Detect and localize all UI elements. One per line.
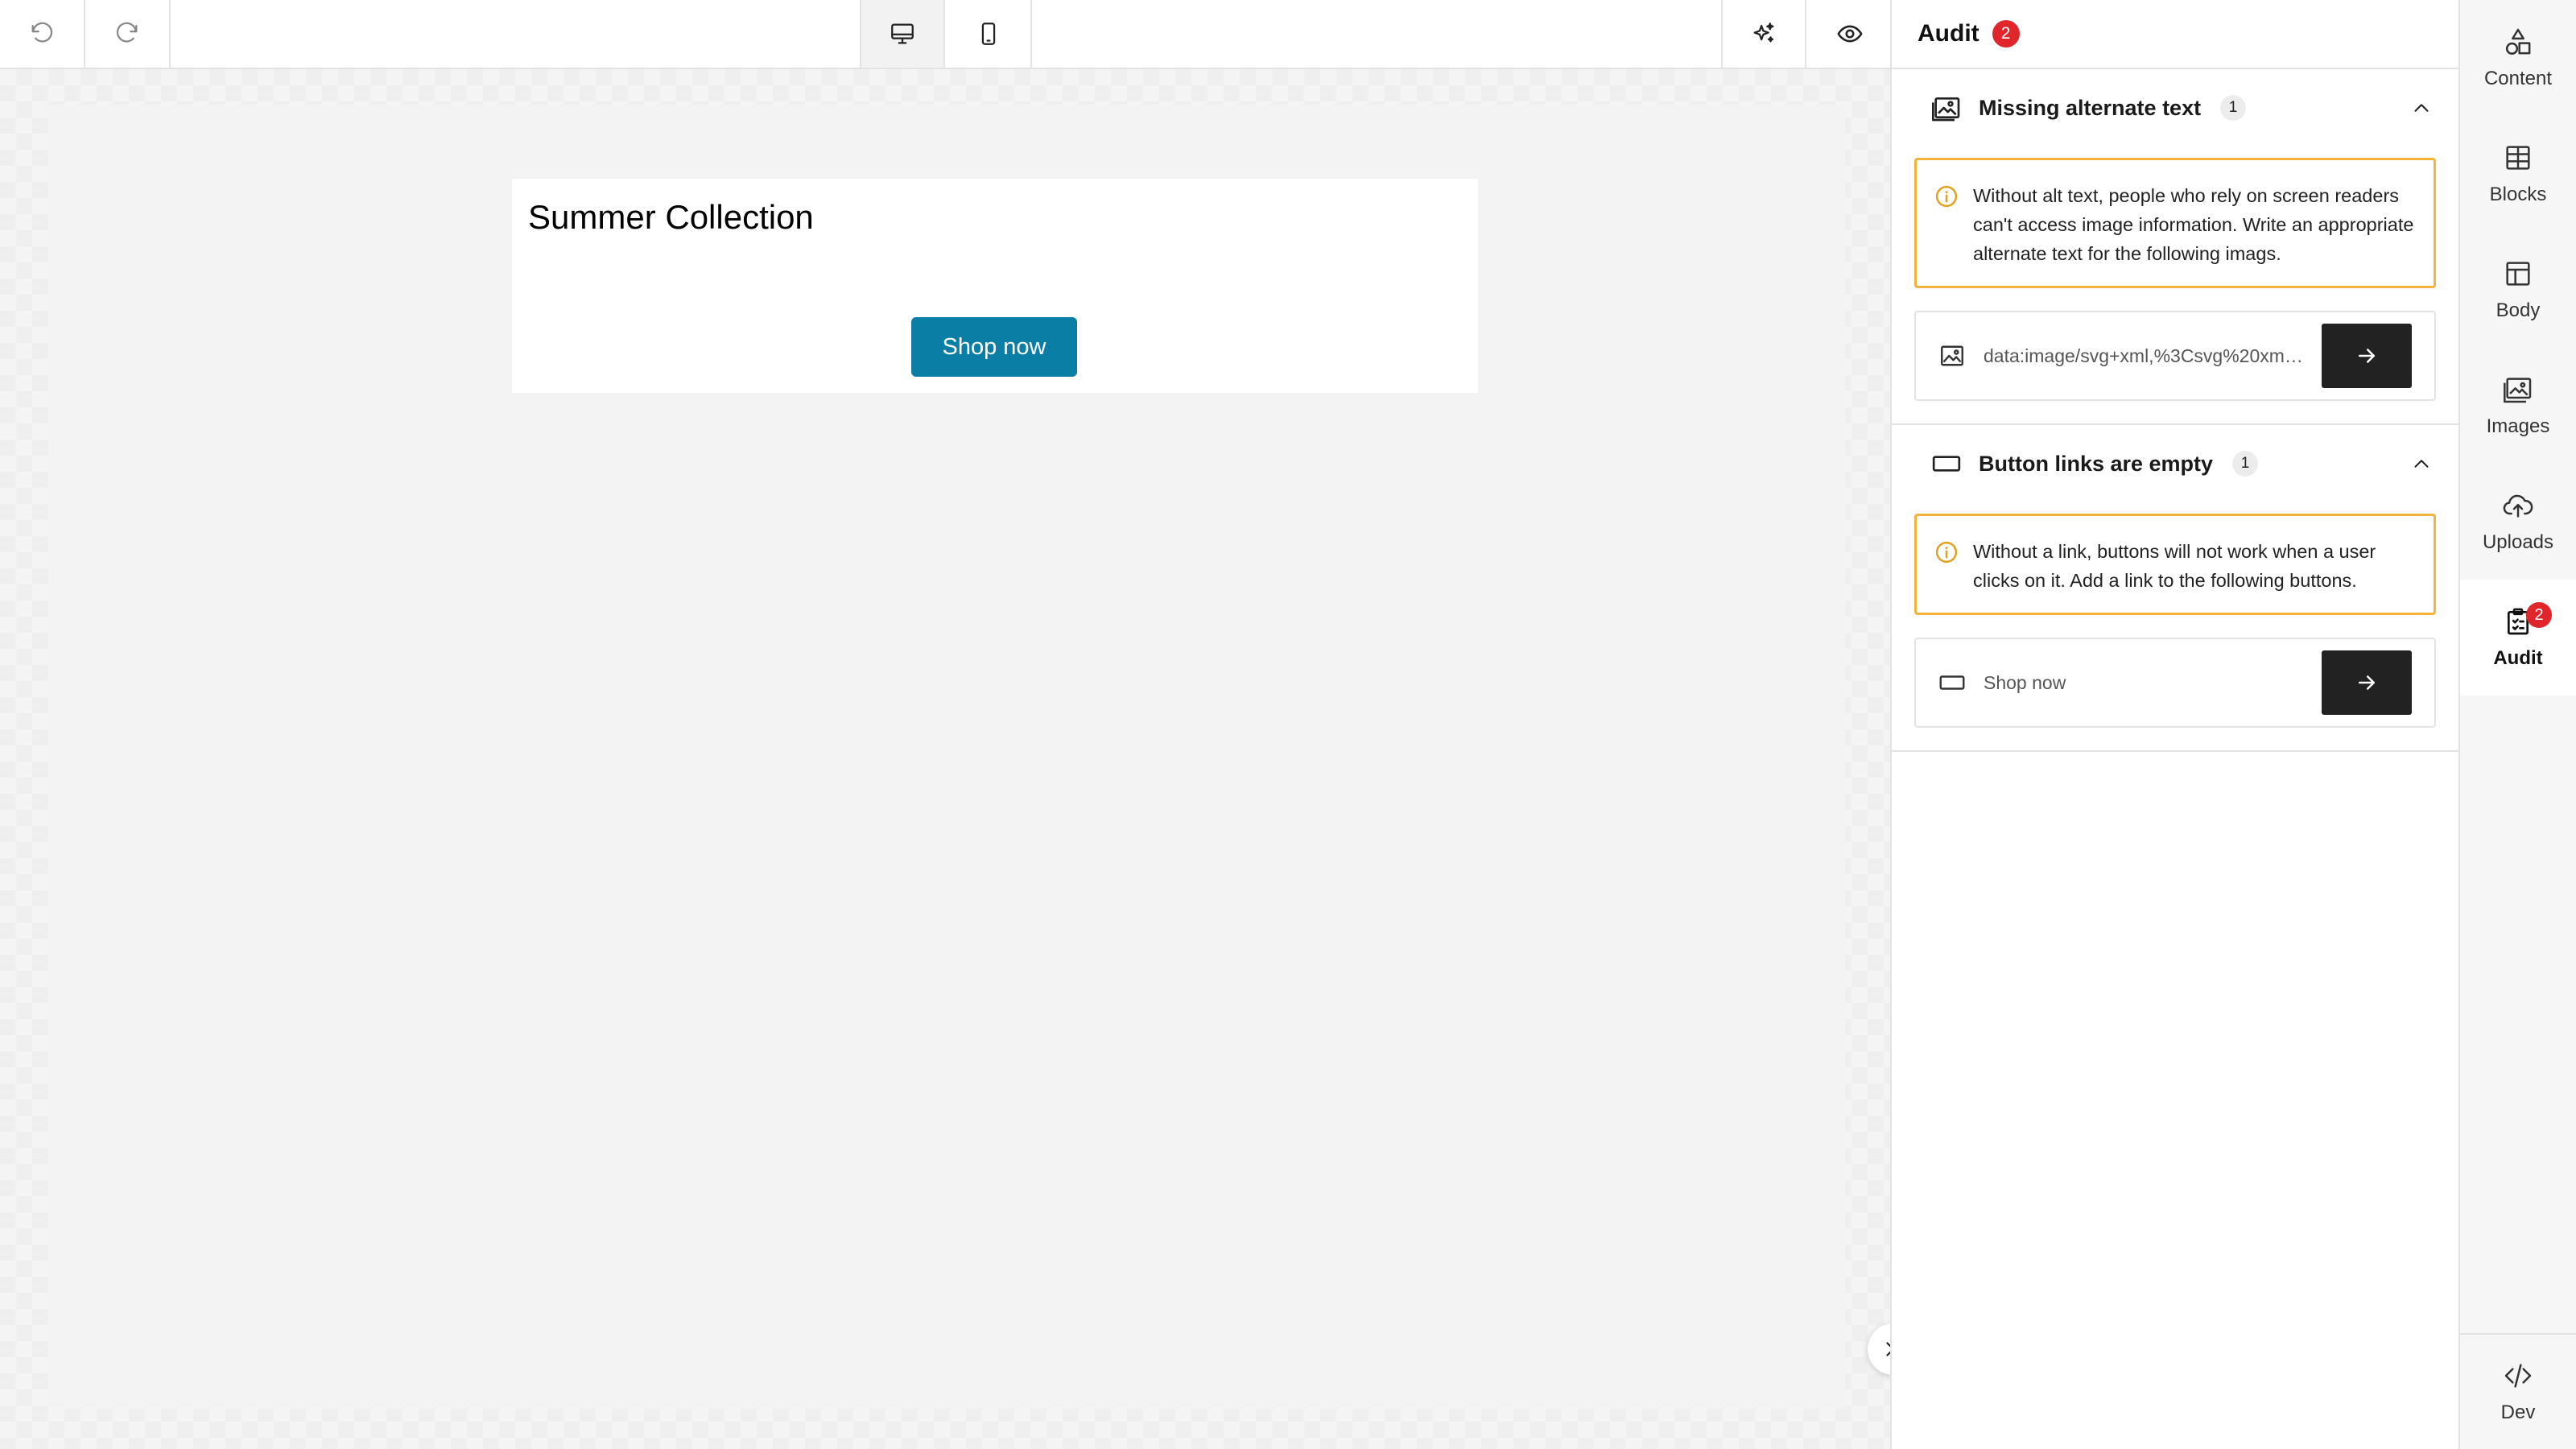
warning-text: Without alt text, people who rely on scr…: [1973, 185, 2414, 264]
audit-panel: Audit 2 Missing alternate text 1 Without…: [1890, 0, 2458, 1449]
top-toolbar: [0, 0, 1893, 69]
warning-message: Without alt text, people who rely on scr…: [1914, 158, 2436, 288]
rail-item-dev[interactable]: Dev: [2460, 1333, 2576, 1449]
sparkle-icon: [1753, 23, 1774, 43]
chevron-up-icon[interactable]: [2407, 93, 2436, 122]
button-icon: [1930, 448, 1963, 480]
images-icon: [2504, 378, 2532, 403]
section-title: Button links are empty: [1979, 451, 2214, 476]
code-icon: [2504, 1364, 2532, 1388]
grid-icon: [2506, 146, 2530, 170]
cloud-upload-icon: [2503, 494, 2533, 518]
audit-rail-badge: 2: [2526, 602, 2552, 628]
eye-icon: [1837, 25, 1863, 43]
section-count: 1: [2232, 451, 2259, 477]
arrow-right-icon: [2359, 349, 2375, 363]
image-icon: [1937, 341, 1967, 371]
audit-item[interactable]: data:image/svg+xml,%3Csvg%20xmlns%3D%22h…: [1914, 311, 2436, 401]
mobile-icon: [981, 23, 996, 45]
preview-button[interactable]: [1808, 0, 1893, 68]
section-header-alt-text[interactable]: Missing alternate text 1: [1892, 69, 2458, 147]
redo-button[interactable]: [85, 0, 171, 68]
desktop-view-button[interactable]: [860, 0, 945, 68]
warning-message: Without a link, buttons will not work wh…: [1914, 514, 2436, 615]
go-to-image-button[interactable]: [2322, 324, 2412, 388]
rail-label: Audit: [2493, 647, 2543, 669]
email-body: Summer Collection Shop now: [48, 105, 1845, 1409]
chevron-up-icon[interactable]: [2407, 449, 2436, 478]
button-label-text: Shop now: [1984, 671, 2066, 693]
panel-header: Audit 2: [1892, 0, 2458, 69]
shapes-icon: [2505, 28, 2531, 55]
warning-text: Without a link, buttons will not work wh…: [1973, 541, 2376, 591]
rail-item-blocks[interactable]: Blocks: [2460, 116, 2576, 232]
rail-label: Images: [2486, 415, 2550, 437]
arrow-right-icon: [2359, 675, 2375, 690]
email-shop-now-button[interactable]: Shop now: [911, 317, 1077, 377]
rail-item-body[interactable]: Body: [2460, 232, 2576, 348]
audit-section-button-links: Button links are empty 1 Without a link,…: [1892, 425, 2458, 752]
rail-item-images[interactable]: Images: [2460, 348, 2576, 464]
go-to-button-button[interactable]: [2322, 650, 2412, 715]
audit-section-alt-text: Missing alternate text 1 Without alt tex…: [1892, 69, 2458, 425]
image-icon: [1930, 92, 1963, 124]
layout-icon: [2506, 262, 2530, 286]
rail-item-uploads[interactable]: Uploads: [2460, 464, 2576, 580]
rail-item-content[interactable]: Content: [2460, 0, 2576, 116]
section-count: 1: [2220, 95, 2247, 121]
rail-label: Body: [2496, 299, 2541, 321]
email-heading[interactable]: Summer Collection: [528, 198, 814, 237]
undo-button[interactable]: [0, 0, 85, 68]
info-icon: [1935, 185, 1958, 208]
email-content-block[interactable]: Summer Collection Shop now: [512, 179, 1478, 393]
mobile-view-button[interactable]: [947, 0, 1032, 68]
rail-label: Uploads: [2482, 531, 2554, 553]
rail-label: Dev: [2500, 1402, 2536, 1423]
rail-item-audit[interactable]: 2 Audit: [2460, 580, 2576, 696]
button-icon: [1937, 667, 1967, 698]
ai-assist-button[interactable]: [1721, 0, 1806, 68]
panel-title: Audit: [1918, 20, 1979, 47]
rail-label: Blocks: [2489, 184, 2547, 205]
editor-canvas: Summer Collection Shop now: [0, 69, 1919, 1449]
section-title: Missing alternate text: [1979, 95, 2202, 120]
audit-count-badge: 2: [1992, 20, 2020, 47]
image-source-text: data:image/svg+xml,%3Csvg%20xmlns%3D%22h…: [1984, 345, 2306, 366]
info-icon: [1935, 541, 1958, 564]
section-header-button-links[interactable]: Button links are empty 1: [1892, 425, 2458, 502]
audit-item[interactable]: Shop now: [1914, 638, 2436, 728]
redo-icon: [116, 22, 138, 43]
rail-label: Content: [2483, 68, 2553, 89]
undo-icon: [31, 22, 53, 43]
right-sidebar-rail: Content Blocks Body Images Uploads 2 Aud…: [2458, 0, 2576, 1449]
desktop-icon: [891, 23, 914, 44]
